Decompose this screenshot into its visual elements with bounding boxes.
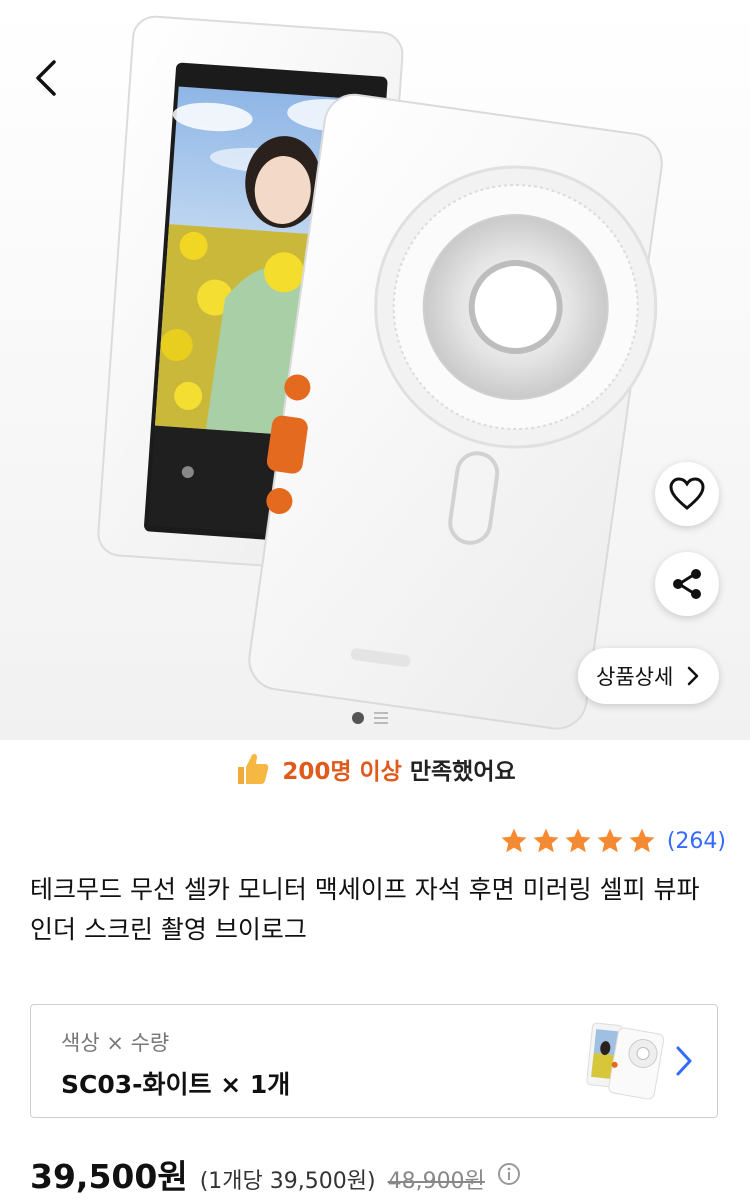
option-selector[interactable]: 색상 × 수량 SC03-화이트 × 1개 — [30, 1004, 718, 1118]
chevron-left-icon — [36, 60, 56, 96]
satisfaction-count: 200명 이상 — [282, 759, 402, 785]
original-price: 48,900원 — [387, 1169, 485, 1194]
option-label: 색상 × 수량 — [61, 1031, 170, 1055]
review-count[interactable]: (264) — [667, 829, 726, 854]
image-pager[interactable] — [352, 712, 388, 724]
wishlist-button[interactable] — [655, 462, 719, 526]
star-icon — [533, 828, 559, 853]
satisfaction-text: 만족했어요 — [409, 759, 516, 785]
option-thumbnail — [586, 1022, 665, 1100]
back-button[interactable] — [22, 54, 70, 102]
star-icon — [629, 828, 655, 853]
share-icon — [673, 569, 701, 599]
rating[interactable]: (264) — [499, 826, 726, 856]
sale-price: 39,500원 — [30, 1157, 188, 1196]
star-icon — [597, 828, 623, 853]
thumbs-up-icon — [238, 753, 269, 784]
star-icon — [565, 828, 591, 853]
info-icon[interactable] — [497, 1162, 521, 1186]
star-icon — [501, 828, 527, 853]
heart-icon — [669, 477, 705, 510]
product-detail-label: 상품상세 — [596, 665, 674, 689]
product-image — [97, 15, 663, 730]
product-title: 테크무드 무선 셀카 모니터 맥세이프 자석 후면 미러링 셀피 뷰파인더 스크… — [30, 875, 700, 944]
chevron-right-icon — [676, 1046, 692, 1076]
chevron-right-icon — [688, 666, 699, 686]
pager-list-icon[interactable] — [374, 712, 388, 724]
option-value: SC03-화이트 × 1개 — [61, 1070, 291, 1099]
product-detail-button[interactable]: 상품상세 — [578, 648, 720, 704]
satisfaction-banner: 200명 이상 만족했어요 — [0, 740, 750, 798]
product-image-gallery[interactable]: 상품상세 — [0, 0, 750, 740]
unit-price: (1개당 39,500원) — [199, 1169, 376, 1194]
share-button[interactable] — [655, 552, 719, 616]
pager-dot-active[interactable] — [352, 712, 364, 724]
price-row: 39,500원 (1개당 39,500원) 48,900원 — [30, 1150, 521, 1198]
star-rating — [499, 826, 657, 856]
